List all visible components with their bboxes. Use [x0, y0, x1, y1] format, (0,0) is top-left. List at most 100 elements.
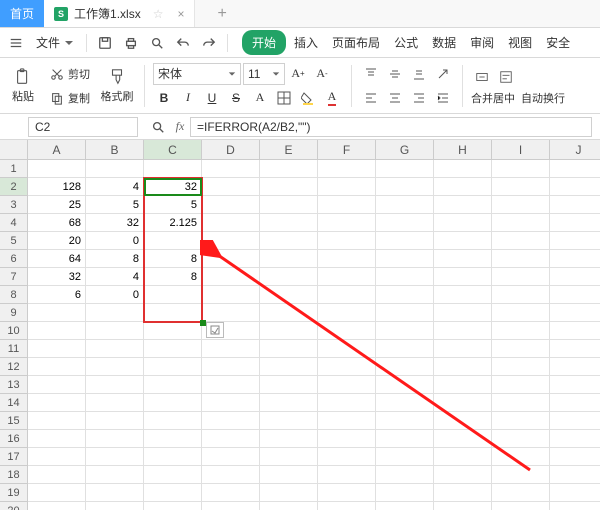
cell-F11[interactable] — [318, 340, 376, 358]
underline-icon[interactable]: U — [201, 87, 223, 109]
cell-F17[interactable] — [318, 448, 376, 466]
cell-F20[interactable] — [318, 502, 376, 510]
cell-I3[interactable] — [492, 196, 550, 214]
cell-D19[interactable] — [202, 484, 260, 502]
cell-J20[interactable] — [550, 502, 600, 510]
cell-E12[interactable] — [260, 358, 318, 376]
cell-C17[interactable] — [144, 448, 202, 466]
cell-C12[interactable] — [144, 358, 202, 376]
row-header-2[interactable]: 2 — [0, 178, 28, 196]
cell-H10[interactable] — [434, 322, 492, 340]
cell-H2[interactable] — [434, 178, 492, 196]
cell-A12[interactable] — [28, 358, 86, 376]
cell-A19[interactable] — [28, 484, 86, 502]
copy-button[interactable]: 复制 — [46, 87, 94, 109]
row-header-9[interactable]: 9 — [0, 304, 28, 322]
row-header-17[interactable]: 17 — [0, 448, 28, 466]
cell-A15[interactable] — [28, 412, 86, 430]
cell-F6[interactable] — [318, 250, 376, 268]
cell-D20[interactable] — [202, 502, 260, 510]
align-bottom-icon[interactable] — [408, 63, 430, 85]
cell-A20[interactable] — [28, 502, 86, 510]
cell-D15[interactable] — [202, 412, 260, 430]
align-center-icon[interactable] — [384, 87, 406, 109]
cell-G19[interactable] — [376, 484, 434, 502]
cell-I17[interactable] — [492, 448, 550, 466]
row-header-11[interactable]: 11 — [0, 340, 28, 358]
cell-D1[interactable] — [202, 160, 260, 178]
cell-I5[interactable] — [492, 232, 550, 250]
cell-G9[interactable] — [376, 304, 434, 322]
cell-J13[interactable] — [550, 376, 600, 394]
cell-H13[interactable] — [434, 376, 492, 394]
cell-A2[interactable]: 128 — [28, 178, 86, 196]
cell-I4[interactable] — [492, 214, 550, 232]
cell-F4[interactable] — [318, 214, 376, 232]
align-right-icon[interactable] — [408, 87, 430, 109]
cell-E11[interactable] — [260, 340, 318, 358]
font-grow-icon[interactable]: A+ — [287, 63, 309, 85]
cell-E3[interactable] — [260, 196, 318, 214]
cell-I20[interactable] — [492, 502, 550, 510]
row-header-10[interactable]: 10 — [0, 322, 28, 340]
select-all-corner[interactable] — [0, 140, 28, 160]
cell-J6[interactable] — [550, 250, 600, 268]
close-tab-button[interactable]: × — [177, 7, 184, 21]
cell-B18[interactable] — [86, 466, 144, 484]
cell-A17[interactable] — [28, 448, 86, 466]
cell-F16[interactable] — [318, 430, 376, 448]
cell-D14[interactable] — [202, 394, 260, 412]
cell-G20[interactable] — [376, 502, 434, 510]
cell-A9[interactable] — [28, 304, 86, 322]
border-icon[interactable] — [273, 87, 295, 109]
cell-C18[interactable] — [144, 466, 202, 484]
cell-F10[interactable] — [318, 322, 376, 340]
row-header-6[interactable]: 6 — [0, 250, 28, 268]
cell-G15[interactable] — [376, 412, 434, 430]
cell-J5[interactable] — [550, 232, 600, 250]
cell-J2[interactable] — [550, 178, 600, 196]
font-size-select[interactable]: 11 — [243, 63, 285, 85]
cells-area[interactable]: 128432255568322.1252006488324860 — [28, 160, 600, 510]
cell-F13[interactable] — [318, 376, 376, 394]
cell-I9[interactable] — [492, 304, 550, 322]
cell-H7[interactable] — [434, 268, 492, 286]
row-header-12[interactable]: 12 — [0, 358, 28, 376]
cell-D17[interactable] — [202, 448, 260, 466]
cell-B3[interactable]: 5 — [86, 196, 144, 214]
cell-A4[interactable]: 68 — [28, 214, 86, 232]
cell-C1[interactable] — [144, 160, 202, 178]
cell-H5[interactable] — [434, 232, 492, 250]
tab-home[interactable]: 首页 — [0, 0, 44, 27]
cell-G4[interactable] — [376, 214, 434, 232]
cell-I7[interactable] — [492, 268, 550, 286]
cell-J3[interactable] — [550, 196, 600, 214]
cell-E17[interactable] — [260, 448, 318, 466]
cell-E16[interactable] — [260, 430, 318, 448]
cell-H19[interactable] — [434, 484, 492, 502]
cell-C5[interactable] — [144, 232, 202, 250]
cell-B12[interactable] — [86, 358, 144, 376]
cell-C3[interactable]: 5 — [144, 196, 202, 214]
cell-H15[interactable] — [434, 412, 492, 430]
italic-icon[interactable]: I — [177, 87, 199, 109]
cell-C11[interactable] — [144, 340, 202, 358]
cell-I15[interactable] — [492, 412, 550, 430]
cell-I16[interactable] — [492, 430, 550, 448]
strikethrough-icon[interactable]: S — [225, 87, 247, 109]
cell-J9[interactable] — [550, 304, 600, 322]
cell-H11[interactable] — [434, 340, 492, 358]
cell-I13[interactable] — [492, 376, 550, 394]
cut-button[interactable]: 剪切 — [46, 63, 94, 85]
align-middle-icon[interactable] — [384, 63, 406, 85]
font-color-icon[interactable]: A — [321, 87, 343, 109]
row-header-3[interactable]: 3 — [0, 196, 28, 214]
cell-E6[interactable] — [260, 250, 318, 268]
cell-I12[interactable] — [492, 358, 550, 376]
print-preview-icon[interactable] — [145, 31, 169, 55]
cell-J7[interactable] — [550, 268, 600, 286]
cell-D12[interactable] — [202, 358, 260, 376]
cell-C9[interactable] — [144, 304, 202, 322]
search-icon[interactable] — [146, 115, 170, 139]
font-shrink-icon[interactable]: A- — [311, 63, 333, 85]
